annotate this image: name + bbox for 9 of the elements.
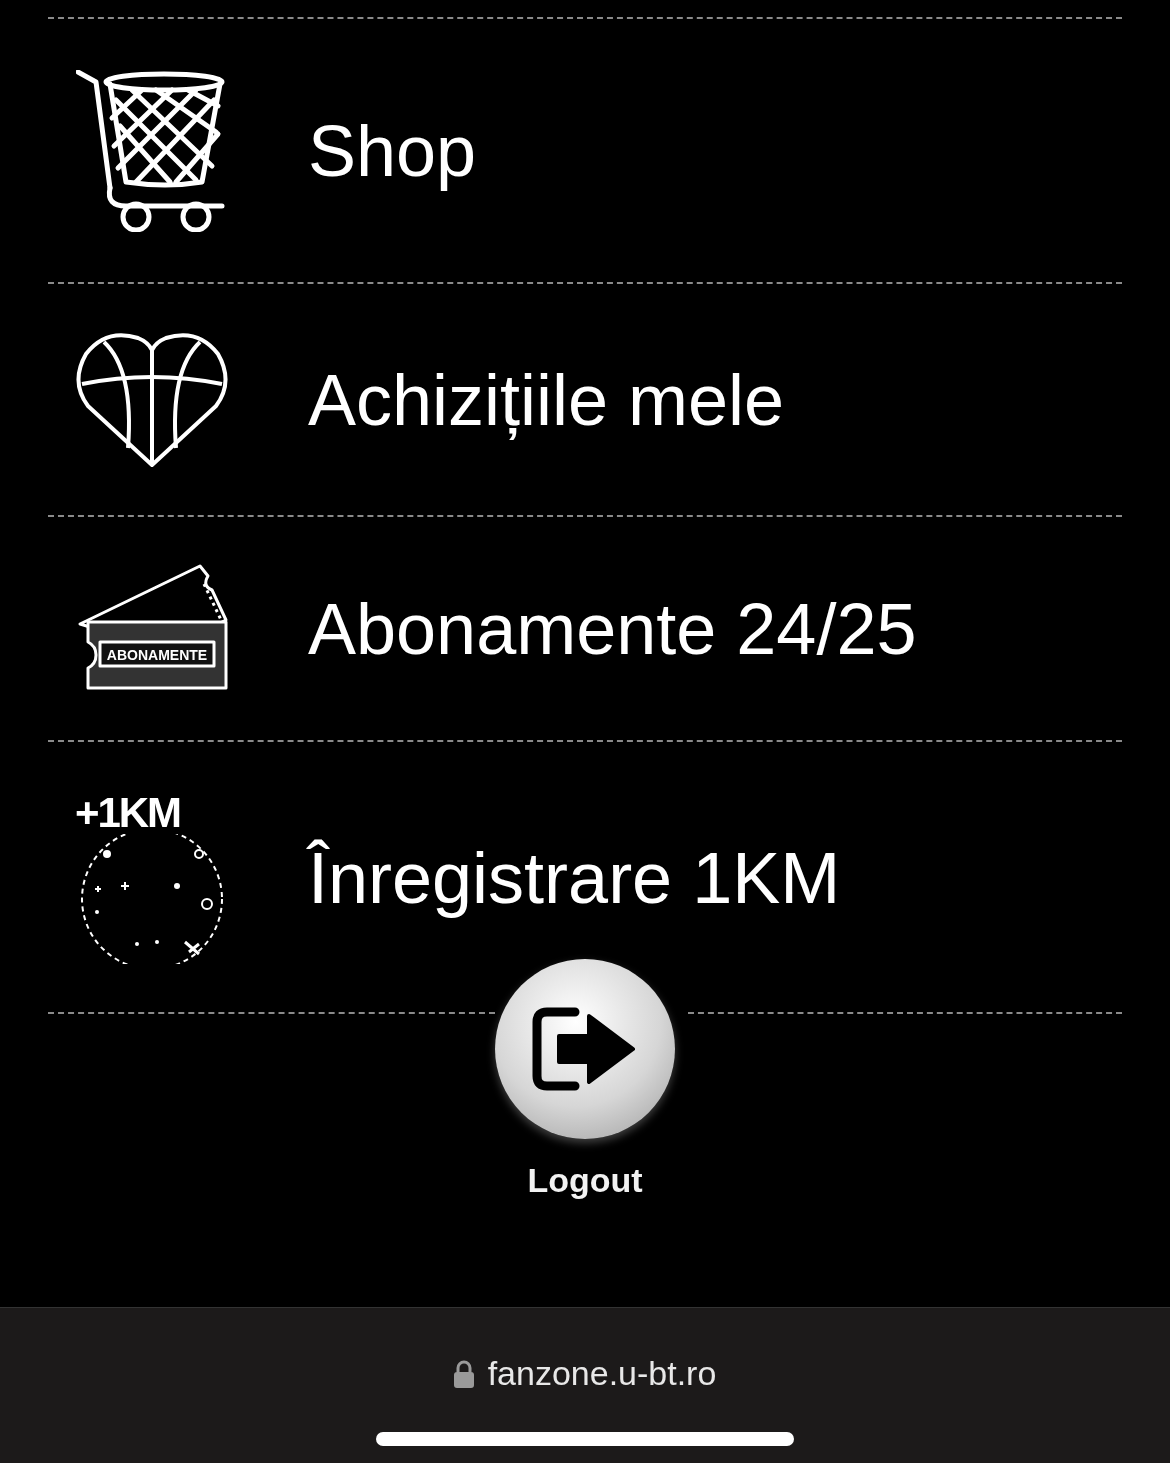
menu-item[interactable]: Abonamente 24/25 [308, 574, 917, 683]
ticket-label: ABONAMENTE [106, 646, 208, 663]
url-text[interactable]: fanzone.u-bt.ro [487, 1348, 717, 1399]
km-badge-text: +1KM [75, 792, 180, 834]
menu-item[interactable]: Înregistrare 1KM [308, 824, 841, 932]
menu-item[interactable]: Shop [308, 96, 477, 205]
menu-item[interactable]: Achizițiile mele [308, 345, 785, 454]
lock-icon [453, 1359, 474, 1388]
logout-label: Logout [527, 1160, 643, 1201]
